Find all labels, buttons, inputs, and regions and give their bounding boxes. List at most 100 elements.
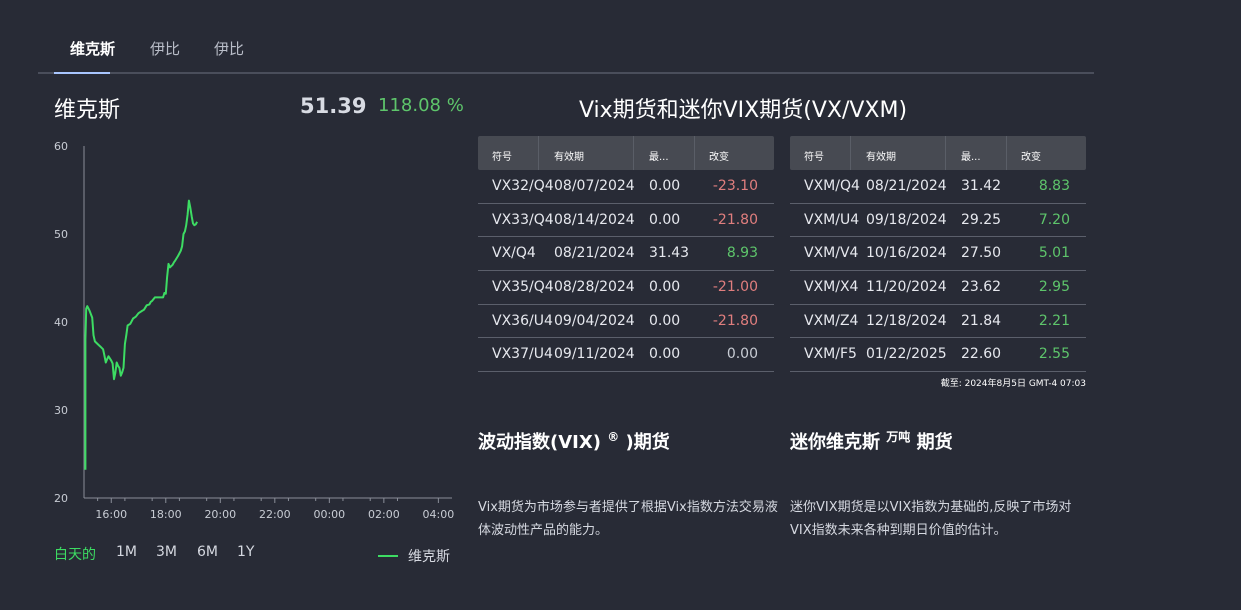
symbol-cell[interactable]: VXM/Q4 [804, 178, 860, 194]
expiry-cell: 11/20/2024 [866, 279, 947, 296]
range-1m-button[interactable]: 1M [116, 544, 137, 560]
column-header[interactable]: 有效期 [554, 148, 584, 163]
change-cell: 0.00 [726, 346, 758, 363]
y-tick-label: 30 [54, 404, 68, 417]
mini-section-title-suffix: 期货 [916, 432, 953, 453]
table-row[interactable]: VX35/Q4 08/28/2024 0.00 -21.00 [478, 271, 774, 305]
x-tick-label: 04:00 [423, 508, 455, 521]
tab-ibi-1[interactable]: 伊比 [150, 38, 180, 59]
symbol-cell[interactable]: VX/Q4 [492, 245, 536, 261]
table-header: 符号 有效期 最... 改变 [478, 136, 774, 170]
change-cell: 7.20 [1038, 211, 1070, 228]
symbol-cell[interactable]: VX37/U4 [492, 346, 553, 362]
column-header[interactable]: 最... [649, 148, 669, 163]
vix-section-title-suffix: )期货 [625, 432, 670, 453]
change-cell: 8.83 [1038, 178, 1070, 194]
symbol-cell[interactable]: VXM/U4 [804, 212, 859, 228]
x-tick-label: 16:00 [95, 508, 127, 521]
column-header[interactable]: 最... [961, 148, 981, 163]
column-header[interactable]: 改变 [709, 148, 729, 163]
active-tab-indicator [54, 72, 110, 74]
table-row[interactable]: VXM/F5 01/22/2025 22.60 2.55 [790, 338, 1086, 373]
x-tick-label: 02:00 [368, 508, 400, 521]
series-line [84, 199, 198, 470]
range-day-button[interactable]: 白天的 [54, 544, 96, 564]
page-title: Vix期货和迷你VIX期货(VX/VXM) [578, 98, 908, 123]
range-6m-button[interactable]: 6M [197, 544, 218, 560]
table-row[interactable]: VXM/X4 11/20/2024 23.62 2.95 [790, 271, 1086, 305]
column-divider [850, 136, 851, 170]
y-tick-label: 40 [54, 316, 68, 329]
last-price-cell: 29.25 [961, 211, 1002, 228]
symbol-cell[interactable]: VX32/Q4 [492, 178, 554, 194]
last-price-cell: 21.84 [961, 312, 1002, 329]
as-of-timestamp: 截至: 2024年8月5日 GMT-4 07:03 [940, 379, 1086, 389]
vxm-futures-table: 符号 有效期 最... 改变 VXM/Q4 08/21/2024 31.42 8.83… [790, 136, 1086, 373]
last-price-cell: 0.00 [649, 346, 681, 363]
vix-section-title-text: 波动指数(VIX) [478, 432, 601, 453]
range-3m-button[interactable]: 3M [156, 544, 177, 560]
expiry-cell: 09/11/2024 [554, 346, 635, 363]
mini-section-title: 迷你维克斯 万吨 期货 [790, 428, 953, 454]
x-tick-label: 00:00 [313, 508, 345, 521]
table-row[interactable]: VXM/Q4 08/21/2024 31.42 8.83 [790, 170, 1086, 204]
last-price-cell: 27.50 [961, 245, 1002, 262]
trademark-mark: 万吨 [886, 430, 911, 444]
column-divider [1006, 136, 1007, 170]
column-divider [945, 136, 946, 170]
symbol-cell[interactable]: VX36/U4 [492, 313, 553, 329]
table-row[interactable]: VX/Q4 08/21/2024 31.43 8.93 [478, 237, 774, 272]
change-cell: 8.93 [726, 245, 758, 262]
column-header[interactable]: 符号 [804, 148, 824, 163]
table-row[interactable]: VXM/Z4 12/18/2024 21.84 2.21 [790, 305, 1086, 339]
column-divider [633, 136, 634, 170]
change-cell: 2.21 [1038, 312, 1070, 329]
symbol-cell[interactable]: VX35/Q4 [492, 279, 554, 295]
expiry-cell: 09/18/2024 [866, 211, 947, 228]
expiry-cell: 10/16/2024 [866, 245, 947, 262]
x-tick-label: 22:00 [259, 508, 291, 521]
column-divider [694, 136, 695, 170]
mini-section-title-text: 迷你维克斯 [790, 432, 880, 453]
last-price-cell: 31.43 [649, 245, 690, 262]
change-cell: 2.55 [1038, 346, 1070, 363]
table-row[interactable]: VX33/Q4 08/14/2024 0.00 -21.80 [478, 204, 774, 238]
y-tick-label: 20 [54, 492, 68, 505]
column-header[interactable]: 符号 [492, 148, 512, 163]
legend-label: 维克斯 [408, 549, 450, 565]
registered-mark: ® [607, 430, 620, 444]
expiry-cell: 01/22/2025 [866, 346, 947, 363]
change-cell: -21.80 [712, 211, 758, 228]
quote-name: 维克斯 [54, 98, 121, 123]
symbol-cell[interactable]: VXM/Z4 [804, 313, 858, 329]
table-row[interactable]: VXM/V4 10/16/2024 27.50 5.01 [790, 237, 1086, 272]
symbol-cell[interactable]: VXM/V4 [804, 245, 858, 261]
table-row[interactable]: VX36/U4 09/04/2024 0.00 -21.80 [478, 305, 774, 339]
change-cell: 2.95 [1038, 279, 1070, 296]
symbol-cell[interactable]: VX33/Q4 [492, 212, 554, 228]
table-row[interactable]: VX37/U4 09/11/2024 0.00 0.00 [478, 338, 774, 373]
symbol-cell[interactable]: VXM/F5 [804, 346, 857, 362]
symbol-cell[interactable]: VXM/X4 [804, 279, 858, 295]
last-price-cell: 0.00 [649, 211, 681, 228]
last-price-cell: 22.60 [961, 346, 1002, 363]
last-price-cell: 31.42 [961, 178, 1002, 194]
table-row[interactable]: VXM/U4 09/18/2024 29.25 7.20 [790, 204, 1086, 238]
x-tick-label: 20:00 [204, 508, 236, 521]
expiry-cell: 08/21/2024 [866, 178, 947, 194]
price-line-chart: 20 30 40 50 60 16:00 18:00 20:00 22:00 00:00 02:00… [54, 140, 455, 521]
quote-price: 51.39 [300, 94, 367, 118]
mini-section-description: 迷你VIX期货是以VIX指数为基础的,反映了市场对VIX指数未来各种到期日价值的… [790, 500, 1072, 538]
last-price-cell: 23.62 [961, 279, 1002, 296]
column-header[interactable]: 改变 [1021, 148, 1041, 163]
last-price-cell: 0.00 [649, 178, 681, 194]
table-header: 符号 有效期 最... 改变 [790, 136, 1086, 170]
vix-section-description: Vix期货为市场参与者提供了根据Vix指数方法交易液体波动性产品的能力。 [478, 500, 778, 538]
table-row[interactable]: VX32/Q4 08/07/2024 0.00 -23.10 [478, 170, 774, 204]
expiry-cell: 08/21/2024 [554, 245, 635, 262]
tab-vix[interactable]: 维克斯 [70, 38, 115, 59]
column-header[interactable]: 有效期 [866, 148, 896, 163]
expiry-cell: 08/14/2024 [554, 211, 635, 228]
tab-ibi-2[interactable]: 伊比 [214, 38, 244, 59]
range-1y-button[interactable]: 1Y [237, 544, 254, 560]
